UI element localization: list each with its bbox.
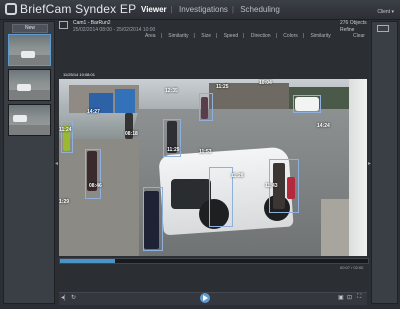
case-thumbnail[interactable]	[8, 104, 51, 136]
thumbnail-car	[21, 51, 35, 58]
object-time-label: 12:35	[165, 88, 178, 94]
object-count: 276 Objects	[340, 20, 367, 26]
filter-direction[interactable]: Direction	[251, 33, 271, 39]
snapshot-icon[interactable]: ▣	[338, 294, 344, 301]
object-time-label: 1:29	[59, 199, 70, 205]
filter-colors[interactable]: Colors	[283, 33, 297, 39]
playback-timecode: 00:07 / 02:00	[340, 265, 364, 270]
app-title: BriefCam Syndex EP	[20, 2, 137, 16]
filter-separator: |	[275, 33, 277, 39]
blue-container	[115, 89, 135, 113]
filter-speed[interactable]: Speed	[224, 33, 238, 39]
case-thumbnail[interactable]	[8, 34, 51, 66]
video-timestamp: 11/25/14 10:08:01	[63, 72, 95, 77]
object-time-label: 11:24	[59, 127, 72, 133]
detection-box[interactable]	[61, 121, 73, 153]
filter-separator: |	[302, 33, 305, 39]
filter-separator: |	[160, 33, 162, 39]
detection-box[interactable]	[199, 93, 213, 121]
filter-bar: Area | Similarity | Size | Speed | Direction…	[145, 33, 336, 39]
detection-box[interactable]	[209, 167, 233, 227]
object-time-label: 10:04	[259, 80, 272, 86]
tab-viewer[interactable]: Viewer	[141, 5, 167, 14]
panel-toggle-icon[interactable]	[377, 25, 389, 32]
detection-box[interactable]	[85, 149, 101, 199]
object-time-label: 11:43	[265, 183, 278, 189]
filter-size[interactable]: Size	[201, 33, 211, 39]
right-panel	[371, 21, 398, 304]
main-nav: Viewer | Investigations | Scheduling	[137, 5, 284, 14]
building-wall	[349, 79, 367, 256]
object-time-label: 11:29	[167, 147, 180, 153]
fullscreen-icon[interactable]: ⛶	[357, 294, 361, 301]
play-icon[interactable]	[200, 293, 210, 303]
briefcam-logo-icon	[5, 3, 17, 15]
object-time-label: 11:53	[199, 149, 212, 155]
object-time-label: 14:27	[87, 109, 100, 115]
object-time-label: 08:46	[89, 183, 102, 189]
nav-separator: |	[170, 5, 173, 14]
volume-icon[interactable]: ◂|	[61, 294, 66, 301]
timeline-progress	[60, 259, 116, 263]
thumbnail-car	[17, 84, 31, 91]
filter-similarity-2[interactable]: Similarity	[310, 33, 330, 39]
detection-box[interactable]	[293, 95, 321, 113]
filter-area[interactable]: Area	[145, 33, 156, 39]
tab-scheduling[interactable]: Scheduling	[240, 5, 280, 14]
case-name: Cam1 - BarRun2	[73, 20, 111, 26]
object-time-label: 11:25	[216, 84, 229, 90]
steps	[321, 199, 349, 256]
new-case-button[interactable]: New	[12, 24, 48, 33]
case-list-panel: New	[3, 21, 55, 304]
filter-similarity[interactable]: Similarity	[168, 33, 188, 39]
clear-filters-link[interactable]: Clear	[353, 33, 365, 39]
user-menu[interactable]: Client ▾	[377, 9, 394, 15]
camera-icon	[59, 21, 68, 29]
refresh-icon[interactable]: ↻	[71, 294, 76, 301]
case-thumbnail[interactable]	[8, 69, 51, 101]
detection-box[interactable]	[143, 187, 163, 251]
thumbnail-car	[13, 115, 27, 122]
video-frame[interactable]: 12:35 11:25 10:04 14:27 08:18 11:24 11:2…	[59, 79, 367, 256]
filter-separator: |	[193, 33, 195, 39]
case-date-range: 25/02/2014 08:00 - 25/02/2014 10:00	[73, 27, 156, 33]
nav-separator: |	[231, 5, 234, 14]
zoom-icon[interactable]: ⊡	[347, 294, 352, 301]
filter-separator: |	[215, 33, 218, 39]
object-time-label: 11:28	[231, 173, 244, 179]
collapse-left-icon[interactable]: ◂	[55, 160, 58, 167]
thumbnail-road	[9, 125, 50, 135]
thumbnail-road	[9, 90, 50, 100]
playback-controls	[59, 292, 367, 305]
filter-separator: |	[243, 33, 245, 39]
object-time-label: 14:24	[317, 123, 330, 129]
tab-investigations[interactable]: Investigations	[179, 5, 228, 14]
timeline-scrubber[interactable]	[59, 258, 369, 264]
object-time-label: 08:18	[125, 131, 138, 137]
